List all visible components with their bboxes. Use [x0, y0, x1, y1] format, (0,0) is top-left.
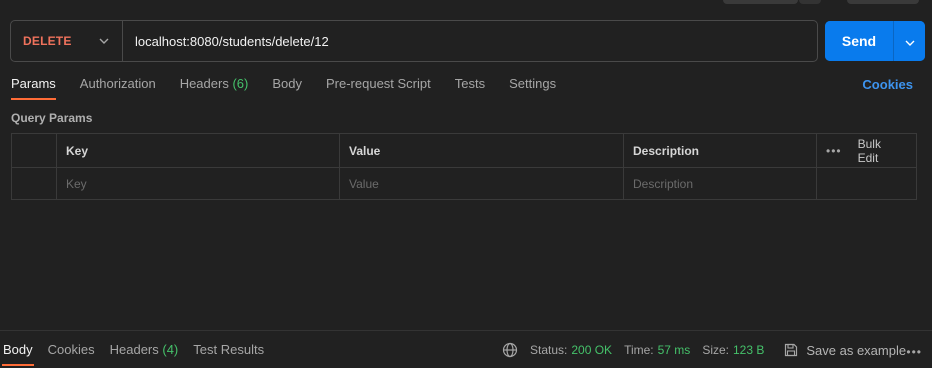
tab-label: Headers	[109, 342, 159, 357]
url-input[interactable]	[123, 21, 817, 61]
key-cell	[57, 168, 340, 200]
more-options-icon[interactable]: •••	[826, 144, 842, 158]
chevron-down-icon	[98, 35, 110, 47]
tab-pre-request-script[interactable]: Pre-request Script	[326, 76, 431, 96]
tab-label: Params	[11, 76, 56, 91]
tab-body[interactable]: Body	[272, 76, 302, 96]
save-as-example-label: Save as example	[806, 342, 907, 358]
tab-label: Body	[272, 76, 302, 91]
response-tab-headers[interactable]: Headers (4)	[110, 342, 179, 357]
response-tab-test-results[interactable]: Test Results	[193, 342, 264, 357]
request-tabs: Params Authorization Headers (6) Body Pr…	[11, 76, 580, 100]
response-headers-count: (4)	[162, 342, 179, 357]
time-value[interactable]: 57 ms	[658, 343, 691, 357]
row-checkbox-cell	[12, 168, 57, 200]
save-icon	[784, 343, 798, 357]
chevron-down-icon	[905, 34, 915, 49]
response-meta: Status: 200 OK Time: 57 ms Size: 123 B S…	[502, 331, 906, 368]
table-row	[12, 167, 916, 200]
row-actions-cell	[817, 168, 916, 200]
tab-label: Body	[3, 342, 33, 357]
response-bar: Body Cookies Headers (4) Test Results St…	[0, 330, 932, 368]
tab-settings[interactable]: Settings	[509, 76, 556, 96]
send-button[interactable]: Send	[825, 21, 893, 61]
response-tab-body[interactable]: Body	[2, 342, 34, 366]
headers-count: (6)	[232, 76, 249, 91]
table-header-row: Key Value Description ••• Bulk Edit	[12, 134, 916, 167]
tab-label: Cookies	[47, 342, 95, 357]
tab-params[interactable]: Params	[11, 76, 56, 100]
top-toolbar-button[interactable]	[723, 0, 798, 4]
method-select[interactable]: DELETE	[11, 21, 123, 61]
tab-headers[interactable]: Headers (6)	[180, 76, 249, 96]
globe-icon[interactable]	[502, 342, 518, 358]
tab-tests[interactable]: Tests	[455, 76, 485, 96]
top-toolbar-button[interactable]	[847, 0, 919, 4]
key-input[interactable]	[66, 177, 339, 191]
query-params-table: Key Value Description ••• Bulk Edit	[11, 133, 917, 200]
save-as-example-button[interactable]: Save as example	[784, 343, 906, 358]
size-value[interactable]: 123 B	[733, 343, 764, 357]
checkbox-column-header	[12, 134, 57, 167]
request-bar: DELETE	[10, 20, 818, 62]
description-input[interactable]	[633, 177, 816, 191]
tab-authorization[interactable]: Authorization	[80, 76, 156, 96]
tab-label: Authorization	[79, 76, 156, 91]
top-toolbar-dropdown[interactable]	[799, 0, 821, 4]
status-label: Status:	[530, 343, 568, 357]
response-tab-cookies[interactable]: Cookies	[48, 342, 95, 357]
key-column-header: Key	[57, 134, 340, 167]
time-label: Time:	[624, 343, 654, 357]
value-input[interactable]	[349, 177, 623, 191]
query-params-title: Query Params	[11, 111, 93, 125]
description-cell	[624, 168, 817, 200]
cookies-link[interactable]: Cookies	[862, 77, 913, 92]
send-button-group: Send	[825, 21, 925, 61]
tab-label: Settings	[509, 76, 557, 91]
status-value[interactable]: 200 OK	[571, 343, 612, 357]
description-column-header: Description	[624, 134, 817, 167]
tab-label: Tests	[454, 76, 486, 91]
tab-label: Test Results	[193, 342, 265, 357]
method-label: DELETE	[23, 34, 72, 48]
send-options-button[interactable]	[893, 21, 925, 61]
value-column-header: Value	[340, 134, 624, 167]
tab-label: Pre-request Script	[325, 76, 431, 91]
table-actions: ••• Bulk Edit	[817, 134, 916, 167]
bulk-edit-button[interactable]: Bulk Edit	[858, 137, 904, 165]
more-options-icon[interactable]: •••	[906, 345, 922, 359]
value-cell	[340, 168, 624, 200]
tab-label: Headers	[179, 76, 229, 91]
size-label: Size:	[702, 343, 729, 357]
